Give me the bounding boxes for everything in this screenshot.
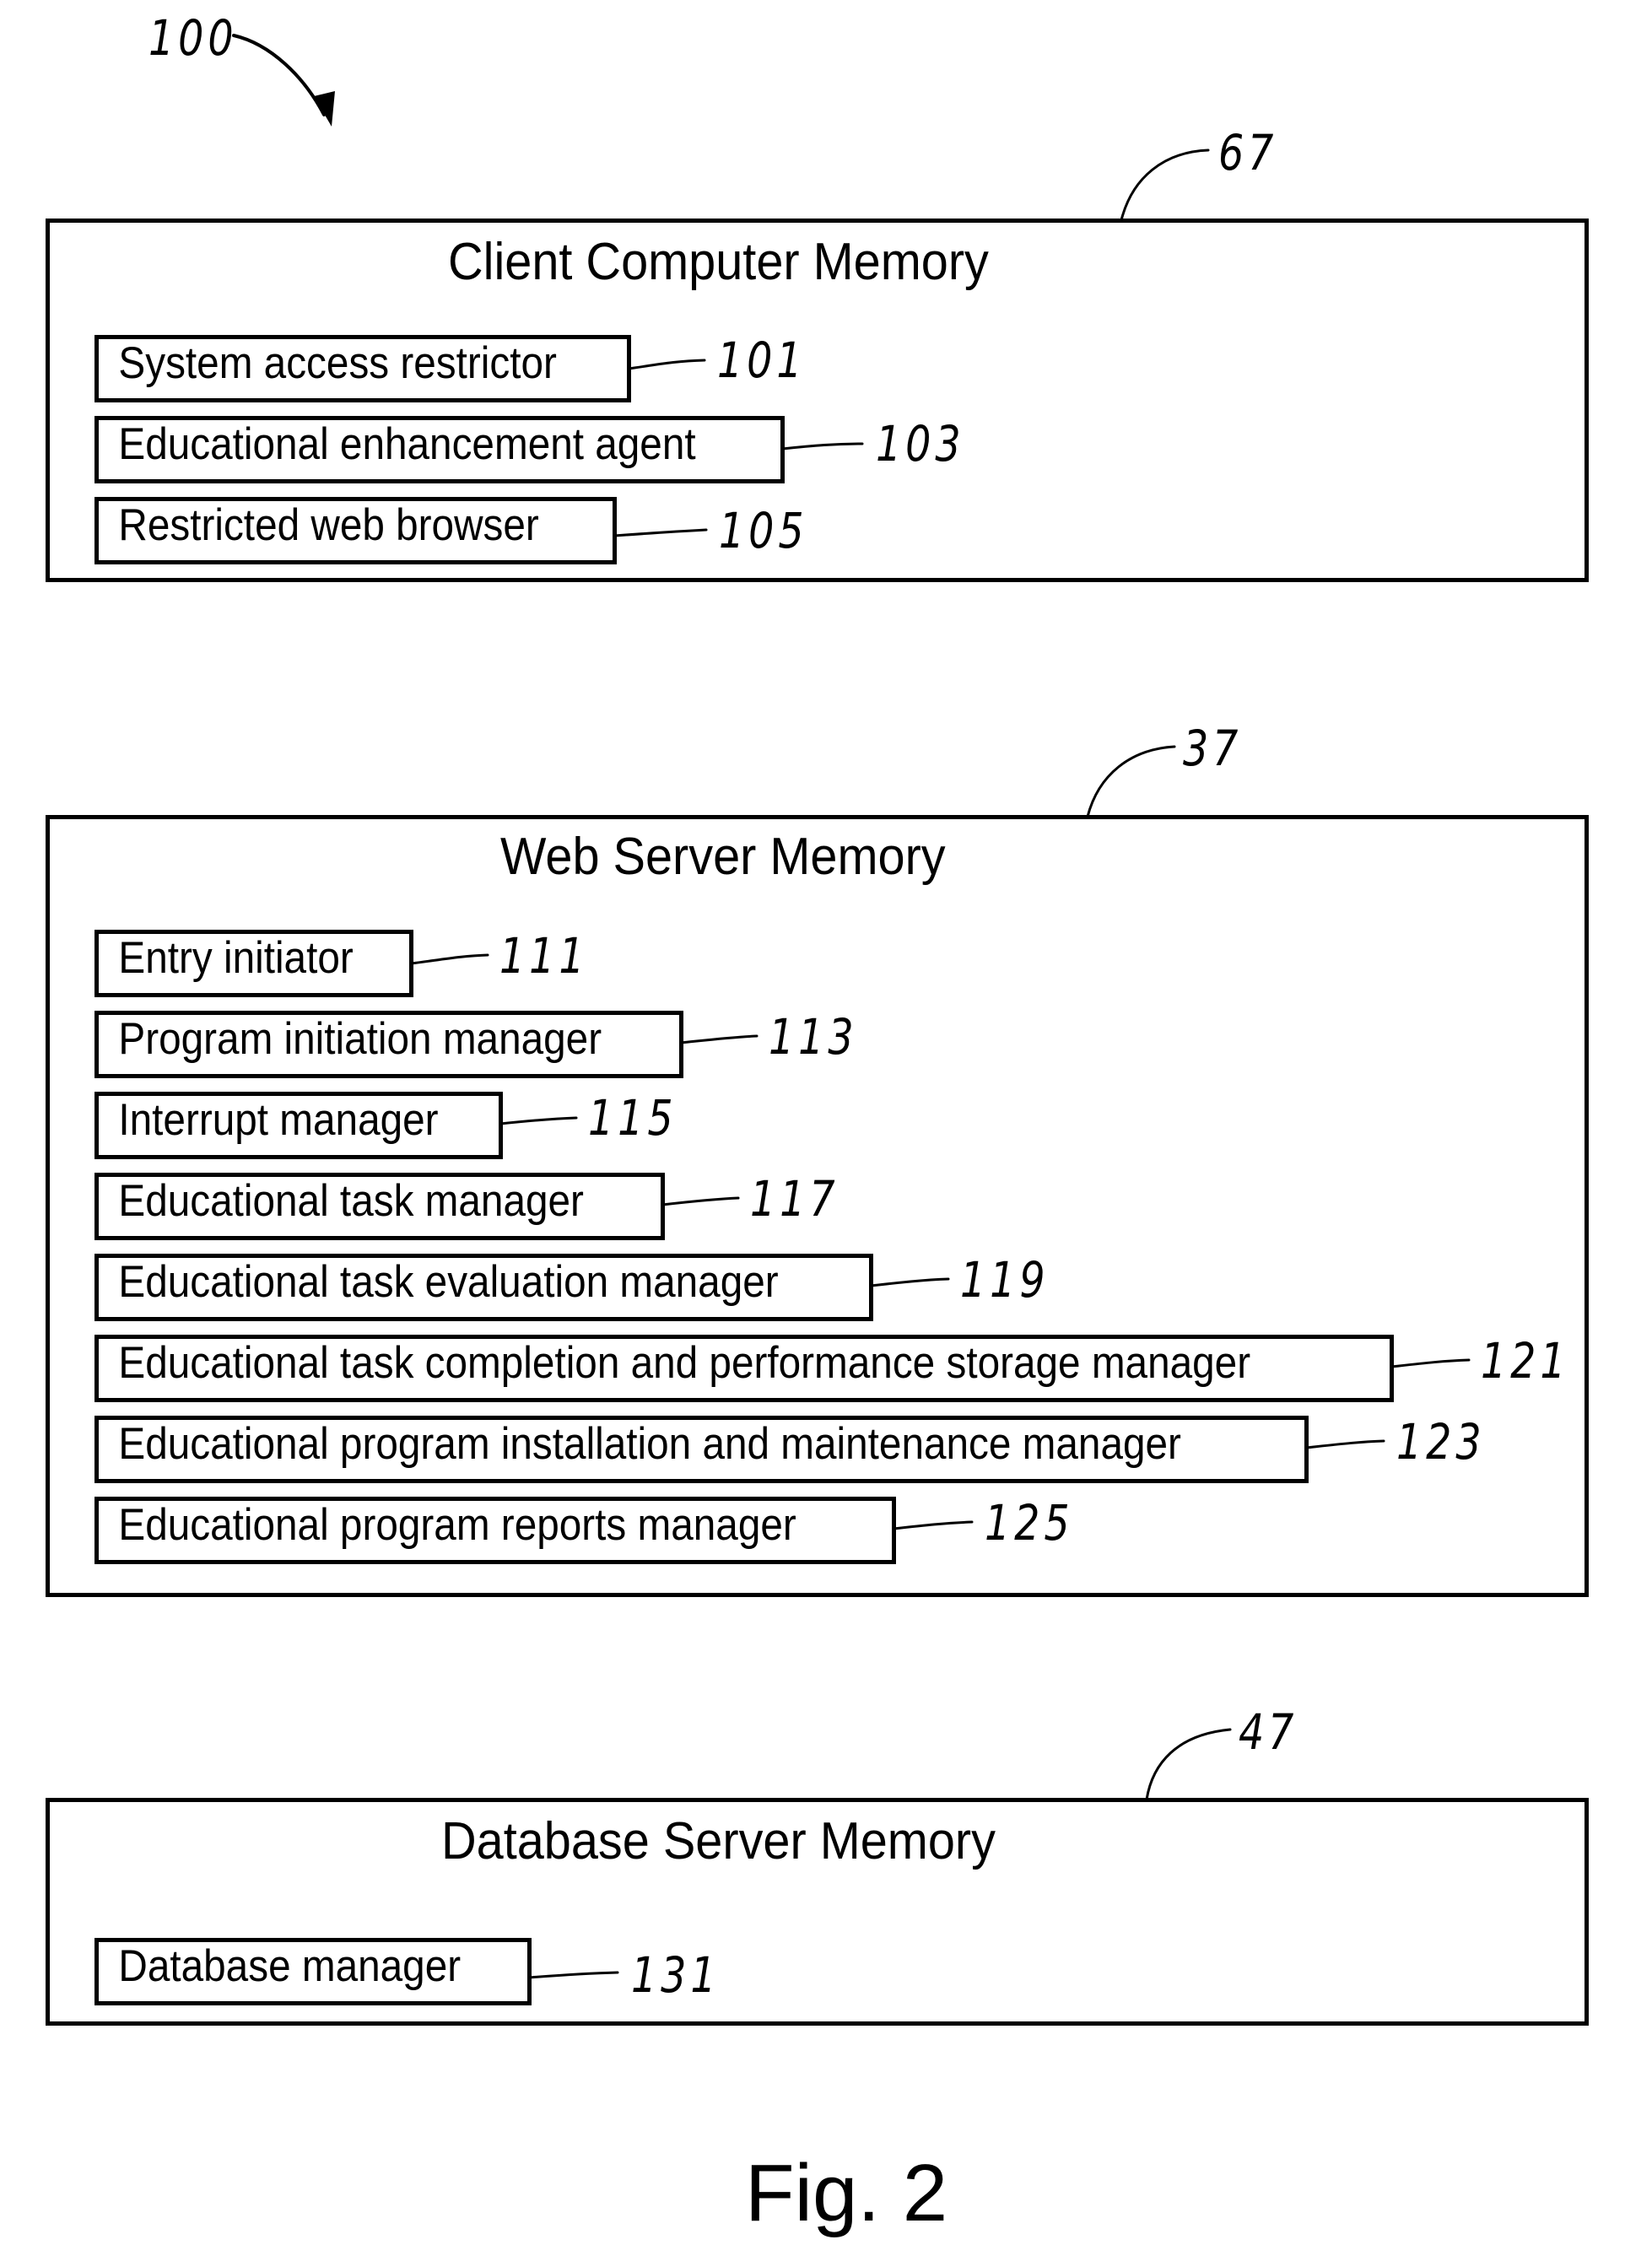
- item-label: Interrupt manager: [118, 1094, 439, 1145]
- item-database-manager: Database manager: [94, 1938, 532, 2005]
- item-reference: 121: [1481, 1332, 1570, 1390]
- item-reference: 125: [985, 1494, 1074, 1552]
- item-reference: 123: [1396, 1413, 1486, 1471]
- item-label: Educational task completion and performa…: [118, 1337, 1251, 1388]
- item-educational-program-reports-manager: Educational program reports manager: [94, 1497, 896, 1564]
- item-interrupt-manager: Interrupt manager: [94, 1092, 503, 1159]
- item-educational-enhancement-agent: Educational enhancement agent: [94, 416, 785, 483]
- leader-47: [1145, 1728, 1232, 1801]
- item-label: Restricted web browser: [118, 499, 539, 550]
- item-label: Educational task evaluation manager: [118, 1256, 779, 1307]
- database-block-title: Database Server Memory: [441, 1812, 996, 1870]
- item-label: Database manager: [118, 1940, 462, 1991]
- item-educational-program-installation-and-maintenance-manager: Educational program installation and mai…: [94, 1416, 1309, 1483]
- item-entry-initiator: Entry initiator: [94, 930, 413, 997]
- patent-figure: 100 67 Client Computer Memory System acc…: [0, 0, 1652, 2245]
- item-reference: 119: [960, 1251, 1050, 1309]
- leader-37: [1086, 745, 1176, 818]
- web-block-reference: 37: [1183, 720, 1243, 777]
- item-system-access-restrictor: System access restrictor: [94, 335, 631, 402]
- item-reference: 101: [717, 332, 807, 389]
- item-label: Entry initiator: [118, 932, 354, 983]
- figure-reference: 100: [148, 9, 238, 67]
- item-reference: 115: [588, 1089, 678, 1147]
- item-educational-task-evaluation-manager: Educational task evaluation manager: [94, 1254, 873, 1321]
- item-program-initiation-manager: Program initiation manager: [94, 1011, 683, 1078]
- item-label: Program initiation manager: [118, 1013, 602, 1064]
- item-restricted-web-browser: Restricted web browser: [94, 497, 617, 564]
- item-label: Educational program reports manager: [118, 1499, 796, 1550]
- leader-67: [1120, 148, 1210, 222]
- item-reference: 113: [769, 1008, 858, 1066]
- web-block-title: Web Server Memory: [500, 828, 946, 886]
- database-block-reference: 47: [1239, 1703, 1298, 1761]
- client-block-title: Client Computer Memory: [448, 233, 989, 291]
- item-educational-task-completion-and-performance-storage-manager: Educational task completion and performa…: [94, 1335, 1394, 1402]
- item-reference: 105: [719, 502, 808, 559]
- item-reference: 111: [499, 927, 589, 985]
- arrow-head-icon: [314, 91, 335, 127]
- figure-caption: Fig. 2: [745, 2148, 948, 2238]
- item-educational-task-manager: Educational task manager: [94, 1173, 665, 1240]
- item-reference: 103: [876, 415, 965, 472]
- item-label: System access restrictor: [118, 337, 557, 388]
- item-reference: 131: [631, 1946, 721, 2004]
- client-block-reference: 67: [1218, 124, 1278, 181]
- item-reference: 117: [750, 1170, 839, 1228]
- item-label: Educational enhancement agent: [118, 418, 696, 469]
- item-label: Educational task manager: [118, 1175, 584, 1226]
- item-label: Educational program installation and mai…: [118, 1418, 1181, 1469]
- figure-arrow-icon: [232, 34, 326, 116]
